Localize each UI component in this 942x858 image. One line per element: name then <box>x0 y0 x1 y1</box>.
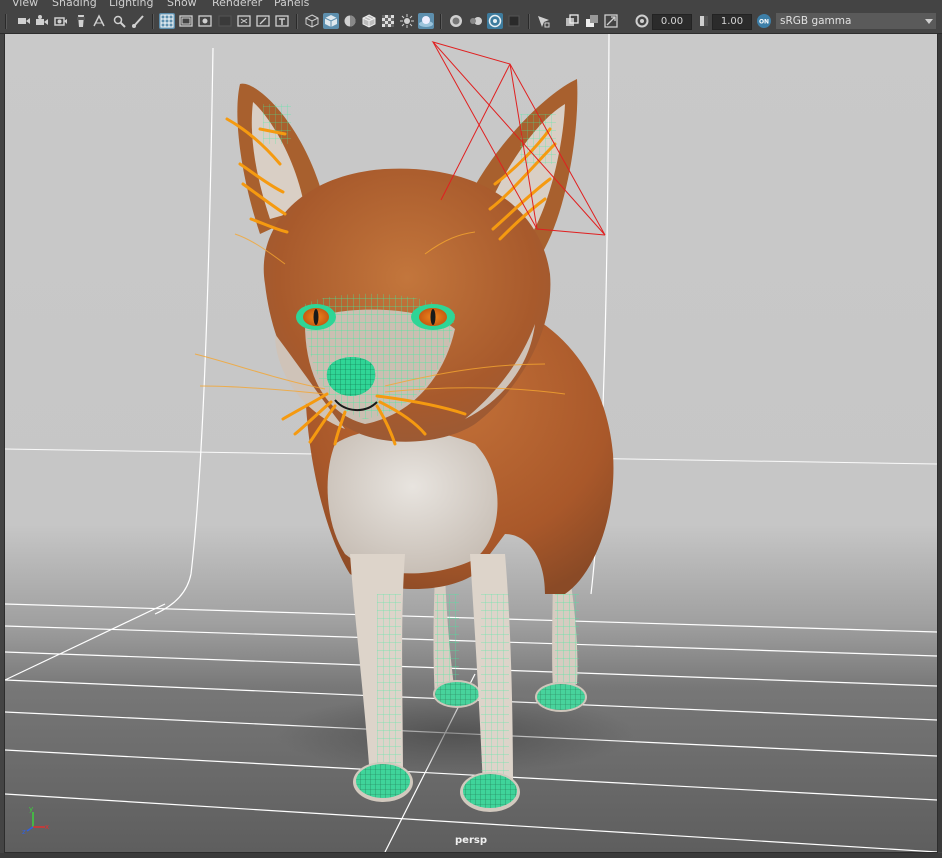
toolbar-separator <box>528 14 530 29</box>
view-transform-dropdown[interactable]: sRGB gamma <box>776 13 936 29</box>
viewport-scene: y x z <box>5 34 937 852</box>
resolution-gate-icon[interactable] <box>197 13 213 29</box>
safe-title-icon[interactable] <box>274 13 290 29</box>
select-camera-icon[interactable] <box>16 13 32 29</box>
camera-attributes-icon[interactable] <box>34 13 50 29</box>
color-management-badge: ON <box>759 19 769 26</box>
menu-lighting[interactable]: Lighting <box>109 0 153 10</box>
menu-show[interactable]: Show <box>167 0 197 10</box>
film-gate-icon[interactable] <box>178 13 194 29</box>
textured-icon[interactable] <box>380 13 396 29</box>
exposure-field[interactable]: 0.00 <box>652 14 692 30</box>
default-material-icon[interactable] <box>342 13 358 29</box>
isolate-select-icon[interactable] <box>535 13 551 29</box>
xray-joints-icon[interactable] <box>584 13 600 29</box>
panel-toolbar: 0.00 1.00 ON sRGB gamma <box>0 10 942 34</box>
grease-pencil-icon[interactable] <box>111 13 127 29</box>
xray-active-components-icon[interactable] <box>603 13 619 29</box>
toolbar-separator <box>296 14 298 29</box>
wireframe-icon[interactable] <box>304 13 320 29</box>
exposure-icon[interactable] <box>634 13 650 29</box>
menu-panels[interactable]: Panels <box>274 0 309 10</box>
perspective-viewport[interactable]: y x z persp <box>4 33 938 853</box>
gamma-field[interactable]: 1.00 <box>712 14 752 30</box>
panel-menubar: View Shading Lighting Show Renderer Pane… <box>0 0 942 10</box>
use-all-lights-icon[interactable] <box>399 13 415 29</box>
menu-shading[interactable]: Shading <box>52 0 97 10</box>
view-transform-value: sRGB gamma <box>780 15 852 27</box>
gamma-icon[interactable] <box>696 13 712 29</box>
toolbar-separator <box>440 14 442 29</box>
2d-pan-zoom-icon[interactable] <box>91 13 107 29</box>
anti-aliasing-icon[interactable] <box>487 13 503 29</box>
toolbar-separator <box>152 14 154 29</box>
axis-label-y: y <box>29 805 33 813</box>
toolbar-separator <box>5 14 7 29</box>
smooth-shade-icon[interactable] <box>323 13 339 29</box>
shadows-icon[interactable] <box>418 13 434 29</box>
motion-blur-icon[interactable] <box>468 13 484 29</box>
field-chart-icon[interactable] <box>236 13 252 29</box>
menu-renderer[interactable]: Renderer <box>212 0 262 10</box>
menu-view[interactable]: View <box>12 0 38 10</box>
viewport-border-bottom <box>0 853 942 858</box>
image-plane-icon[interactable] <box>73 13 89 29</box>
xray-icon[interactable] <box>564 13 580 29</box>
chevron-down-icon <box>925 19 933 24</box>
color-management-icon[interactable]: ON <box>756 13 772 29</box>
wireframe-on-shaded-icon[interactable] <box>361 13 377 29</box>
gate-mask-icon[interactable] <box>217 13 233 29</box>
grid-icon[interactable] <box>159 13 175 29</box>
bookmark-icon[interactable] <box>53 13 69 29</box>
screen-space-ao-icon[interactable] <box>448 13 464 29</box>
axis-label-x: x <box>45 823 49 831</box>
depth-of-field-icon[interactable] <box>506 13 522 29</box>
viewport-border-right <box>938 34 942 852</box>
camera-name-label: persp <box>455 835 487 846</box>
brush-icon[interactable] <box>130 13 146 29</box>
safe-action-icon[interactable] <box>255 13 271 29</box>
